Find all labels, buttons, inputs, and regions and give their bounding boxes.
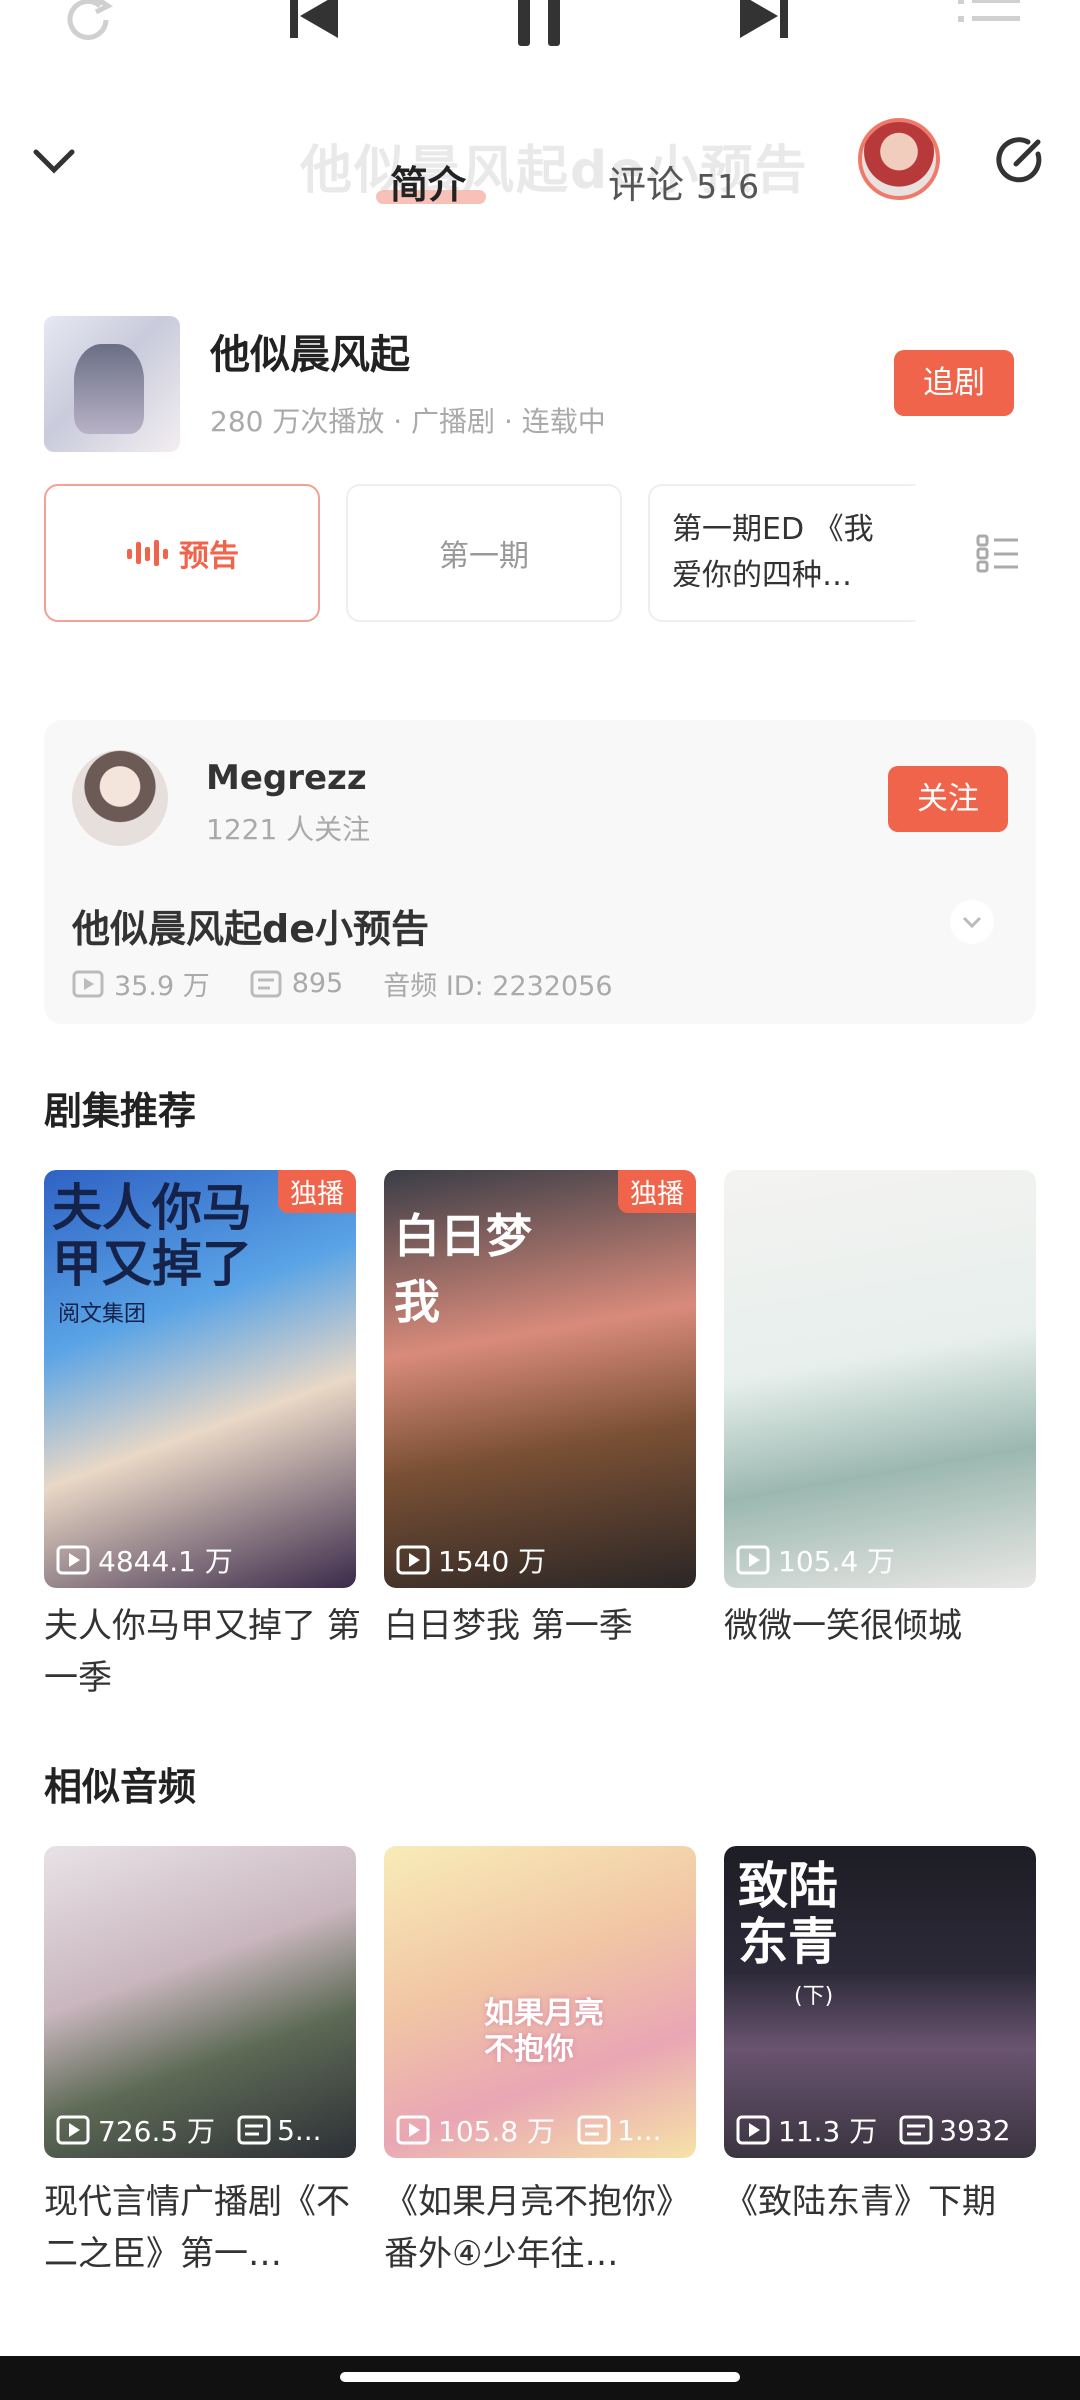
danmaku-icon — [237, 2115, 271, 2145]
play-count-icon — [736, 1545, 770, 1575]
danmaku-icon — [577, 2115, 611, 2145]
play-count-value: 105.8 万 — [438, 2115, 556, 2148]
audio-play-count: 35.9 万 — [114, 971, 210, 1002]
similar-section-title: 相似音频 — [44, 1765, 197, 1809]
episode-1[interactable]: 第一期 — [346, 484, 622, 622]
similar-item[interactable]: 726.5 万 5... — [44, 1846, 356, 2158]
repeat-icon[interactable] — [60, 0, 120, 50]
play-count-icon — [72, 970, 104, 997]
audio-info-card: Megrezz 1221 人关注 关注 他似晨风起de小预告 35.9 万 89… — [44, 720, 1036, 1024]
play-count-value: 1540 万 — [438, 1545, 547, 1578]
audio-danmaku-count: 895 — [291, 968, 344, 999]
episode-1-ed[interactable]: 第一期ED 《我爱你的四种… — [648, 484, 916, 622]
recommend-cover: 夫人你马甲又掉了 阅文集团 — [44, 1170, 356, 1588]
similar-item-title[interactable]: 《如果月亮不抱你》番外④少年往… — [384, 2176, 702, 2284]
tab-comments[interactable]: 评论 516 — [608, 154, 759, 209]
episode-1-label: 第一期 — [439, 539, 529, 574]
follow-uploader-button[interactable]: 关注 — [888, 766, 1008, 832]
audio-stats: 35.9 万 895 音频 ID: 2232056 — [72, 964, 653, 1003]
recommend-cover — [724, 1170, 1036, 1588]
comment-count: 516 — [696, 167, 760, 206]
cover-title-text: 白日梦我 — [394, 1209, 532, 1329]
episode-list-icon[interactable] — [976, 532, 1020, 580]
danmaku-count-value: 5... — [277, 2113, 322, 2147]
follow-drama-button[interactable]: 追剧 — [894, 350, 1014, 416]
audio-counts: 726.5 万 5... — [56, 2110, 322, 2150]
play-count-value: 4844.1 万 — [98, 1545, 233, 1578]
chevron-down-icon — [962, 916, 982, 929]
play-count-icon — [56, 1545, 90, 1575]
drama-cover[interactable] — [44, 316, 180, 452]
cover-publisher-text: 阅文集团 — [58, 1302, 147, 1327]
user-avatar[interactable] — [858, 118, 940, 200]
next-icon[interactable] — [734, 0, 794, 50]
share-icon[interactable] — [994, 134, 1048, 192]
recommend-cover: 白日梦我 — [384, 1170, 696, 1588]
episode-fade — [900, 484, 960, 622]
uploader-avatar[interactable] — [72, 750, 168, 846]
episode-trailer[interactable]: 预告 — [44, 484, 320, 622]
recommend-item-title[interactable]: 微微一笑很倾城 — [724, 1600, 1042, 1652]
sound-wave-icon — [127, 540, 168, 566]
play-count: 1540 万 — [396, 1540, 546, 1580]
cover-title-text: 致陆东青 — [738, 1857, 838, 1971]
player-controls — [0, 0, 1080, 60]
play-count-value: 11.3 万 — [778, 2115, 878, 2148]
episode-1-ed-label: 第一期ED 《我爱你的四种… — [672, 512, 874, 593]
pause-icon[interactable] — [510, 0, 570, 54]
recommend-item-title[interactable]: 白日梦我 第一季 — [384, 1600, 702, 1652]
audio-id: 音频 ID: 2232056 — [383, 971, 613, 1002]
similar-item[interactable]: 如果月亮不抱你 105.8 万 1... — [384, 1846, 696, 2158]
danmaku-icon — [250, 970, 282, 997]
exclusive-badge: 独播 — [278, 1170, 356, 1213]
previous-icon[interactable] — [286, 0, 346, 50]
cover-title-text: 如果月亮不抱你 — [484, 1996, 604, 2067]
uploader-name[interactable]: Megrezz — [206, 758, 367, 798]
drama-meta: 280 万次播放 · 广播剧 · 连载中 — [210, 405, 606, 438]
play-count-value: 726.5 万 — [98, 2115, 216, 2148]
play-count-icon — [56, 2115, 90, 2145]
similar-item-title[interactable]: 《致陆东青》下期 — [724, 2176, 1042, 2284]
audio-counts: 105.8 万 1... — [396, 2110, 662, 2150]
episode-trailer-label: 预告 — [179, 539, 239, 574]
play-count-value: 105.4 万 — [778, 1545, 896, 1578]
recommend-item[interactable]: 夫人你马甲又掉了 阅文集团 独播 4844.1 万 — [44, 1170, 356, 1588]
playlist-icon[interactable] — [958, 0, 1022, 50]
play-count-icon — [396, 2115, 430, 2145]
danmaku-count-value: 3932 — [939, 2113, 1011, 2147]
expand-description-button[interactable] — [950, 900, 994, 944]
recommend-item-title[interactable]: 夫人你马甲又掉了 第一季 — [44, 1600, 362, 1704]
similar-item-title[interactable]: 现代言情广播剧《不二之臣》第一… — [44, 2176, 362, 2284]
cover-title-text: 夫人你马甲又掉了 — [52, 1179, 252, 1293]
collapse-chevron-icon[interactable] — [30, 144, 78, 182]
play-count: 4844.1 万 — [56, 1540, 233, 1580]
play-count-icon — [396, 1545, 430, 1575]
audio-counts: 11.3 万 3932 — [736, 2110, 1011, 2150]
exclusive-badge: 独播 — [618, 1170, 696, 1213]
play-count: 105.4 万 — [736, 1540, 895, 1580]
tab-comments-label: 评论 — [608, 163, 685, 207]
home-indicator[interactable] — [340, 2372, 740, 2382]
cover-subtitle-text: (下) — [794, 1984, 834, 2009]
uploader-fans: 1221 人关注 — [206, 813, 371, 846]
recommend-item[interactable]: 105.4 万 — [724, 1170, 1036, 1588]
tab-intro[interactable]: 简介 — [390, 154, 466, 209]
drama-title[interactable]: 他似晨风起 — [210, 322, 410, 380]
audio-title: 他似晨风起de小预告 — [72, 907, 429, 951]
danmaku-icon — [899, 2115, 933, 2145]
danmaku-count-value: 1... — [617, 2113, 662, 2147]
play-count-icon — [736, 2115, 770, 2145]
recommend-section-title: 剧集推荐 — [44, 1089, 197, 1133]
recommend-item[interactable]: 白日梦我 独播 1540 万 — [384, 1170, 696, 1588]
similar-item[interactable]: 致陆东青 (下) 11.3 万 3932 — [724, 1846, 1036, 2158]
